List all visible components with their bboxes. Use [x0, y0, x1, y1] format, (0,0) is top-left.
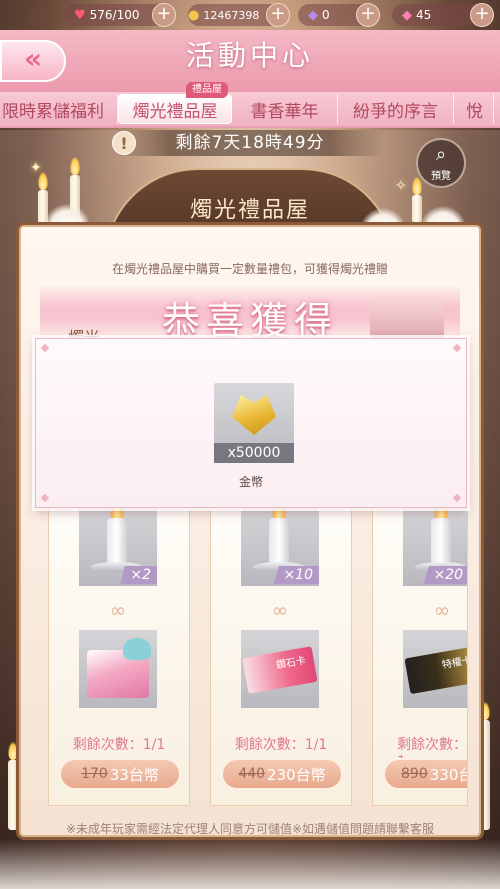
buy-button[interactable]: 440 230台幣 — [221, 758, 343, 790]
candle-flame-decoration — [70, 157, 80, 175]
gift-pack-card: ×20 ∞ 特權卡 剩餘次數：1 890 330台 — [372, 508, 468, 806]
candle-icon — [107, 518, 127, 564]
remaining-count: 剩餘次數：1/1 — [234, 737, 328, 753]
original-price: 170 — [81, 766, 108, 782]
gift-box-item[interactable] — [79, 630, 157, 708]
sale-price: 330台 — [429, 765, 467, 784]
chain-link-icon: ∞ — [271, 598, 289, 622]
privilege-card-icon: 特權卡 — [404, 645, 468, 695]
heart-icon: ♥ — [74, 7, 86, 23]
reward-item[interactable]: x50000 — [214, 383, 294, 463]
sale-price: 230台幣 — [267, 765, 326, 784]
gift-pack-card: ×2 ∞ 剩餘次數：1/1 170 33台幣 — [48, 502, 190, 806]
diamond-card-icon: 鑽石卡 — [242, 646, 318, 694]
gold-value: 12467398 — [203, 8, 260, 22]
pink-diamond-icon: ◆ — [402, 7, 412, 23]
pink-gem-value: 45 — [416, 8, 432, 22]
candle-item[interactable]: ×20 — [403, 508, 467, 586]
stamina-value: 576/100 — [89, 8, 140, 22]
info-icon[interactable]: ! — [112, 131, 136, 155]
gem-value: 0 — [322, 8, 330, 22]
tab-book-years[interactable]: 書香華年 — [232, 94, 338, 124]
pink-gem-counter: ◆ 45 + — [392, 3, 494, 27]
tab-recharge-welfare[interactable]: 限時累儲福利 — [0, 94, 118, 124]
sale-price: 33台幣 — [109, 765, 159, 784]
item-quantity: ×2 — [120, 566, 157, 584]
preview-button[interactable]: ⌕ 預覽 — [416, 138, 466, 188]
add-pink-gem-button[interactable]: + — [470, 3, 494, 27]
gold-coin-icon — [232, 395, 276, 435]
tab-badge: 禮品屋 — [186, 82, 228, 98]
preview-label: 預覽 — [431, 171, 451, 182]
character-portrait — [370, 298, 444, 340]
purple-diamond-icon: ◆ — [308, 7, 318, 23]
reward-popup[interactable]: x50000 金幣 — [35, 338, 467, 508]
popup-corner-ornament — [452, 493, 462, 503]
reward-name: 金幣 — [238, 475, 263, 489]
original-price: 890 — [401, 766, 428, 782]
bottom-flower-decoration — [0, 839, 500, 889]
ribbon-icon — [123, 638, 151, 660]
buy-button[interactable]: 890 330台 — [383, 758, 467, 790]
magnifier-icon: ⌕ — [435, 144, 447, 165]
popup-corner-ornament — [40, 343, 50, 353]
sparkle-icon: ✦ — [30, 160, 42, 176]
chain-link-icon: ∞ — [433, 598, 451, 622]
chain-link-icon: ∞ — [109, 598, 127, 622]
tab-dispute-prologue[interactable]: 紛爭的序言 — [338, 94, 454, 124]
original-price: 440 — [238, 766, 266, 782]
diamond-card-item[interactable]: 鑽石卡 — [241, 630, 319, 708]
event-tabs: 限時累儲福利 燭光禮品屋 書香華年 紛爭的序言 悅 — [0, 92, 500, 128]
add-stamina-button[interactable]: + — [152, 3, 176, 27]
item-quantity: ×20 — [423, 566, 467, 584]
cat-coin-icon: ● — [188, 7, 200, 23]
popup-corner-ornament — [40, 493, 50, 503]
gift-pack-card: ×10 ∞ 鑽石卡 剩餘次數：1/1 440 230台幣 — [210, 502, 352, 806]
reward-quantity: x50000 — [214, 443, 294, 463]
gem-counter: ◆ 0 + — [298, 3, 380, 27]
countdown-timer: 剩餘7天18時49分 — [116, 130, 384, 156]
buy-button[interactable]: 170 33台幣 — [59, 758, 181, 790]
candle-icon — [431, 518, 451, 564]
diamond-card-label: 鑽石卡 — [275, 655, 307, 672]
page-title: 活動中心 — [185, 39, 314, 72]
candle-icon — [269, 518, 289, 564]
tab-candle-gift-shop[interactable]: 燭光禮品屋 — [118, 94, 232, 124]
tab-partial[interactable]: 悅 — [454, 94, 494, 124]
popup-corner-ornament — [452, 343, 462, 353]
stamina-counter: ♥ 576/100 + — [64, 3, 176, 27]
footer-notice: ※未成年玩家需經法定代理人同意方可儲值※如遇儲值問題請聯繫客服 — [65, 822, 435, 836]
item-quantity: ×10 — [273, 566, 319, 584]
shop-title: 燭光禮品屋 — [189, 198, 310, 223]
sparkle-icon: ✧ — [395, 178, 407, 194]
status-bar: ♥ 576/100 + ● 12467398 + ◆ 0 + ◆ 45 + — [0, 0, 500, 30]
remaining-count: 剩餘次數：1/1 — [72, 737, 166, 753]
privilege-card-label: 特權卡 — [441, 655, 468, 672]
add-gem-button[interactable]: + — [356, 3, 380, 27]
gold-counter: ● 12467398 + — [188, 3, 290, 27]
header: « 活動中心 — [0, 30, 500, 92]
shop-description: 在燭光禮品屋中購買一定數量禮包，可獲得燭光禮贈 — [111, 262, 388, 276]
privilege-card-item[interactable]: 特權卡 — [403, 630, 468, 708]
add-gold-button[interactable]: + — [266, 3, 290, 27]
candle-item[interactable]: ×10 — [241, 502, 319, 586]
candle-decoration — [412, 195, 422, 223]
candle-item[interactable]: ×2 — [79, 502, 157, 586]
